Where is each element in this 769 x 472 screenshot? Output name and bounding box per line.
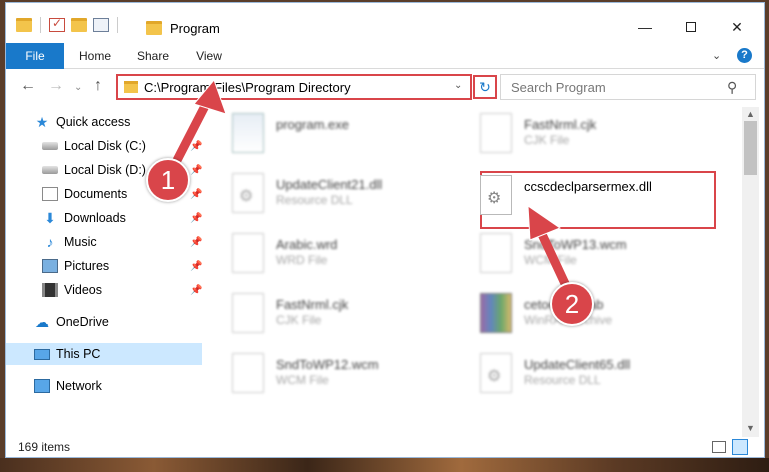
annotation-step-1: 1 <box>146 158 190 202</box>
annotation-arrows <box>167 79 573 295</box>
arrow-1 <box>167 79 227 175</box>
annotation-step-2: 2 <box>550 282 594 326</box>
arrow-2 <box>527 205 573 295</box>
